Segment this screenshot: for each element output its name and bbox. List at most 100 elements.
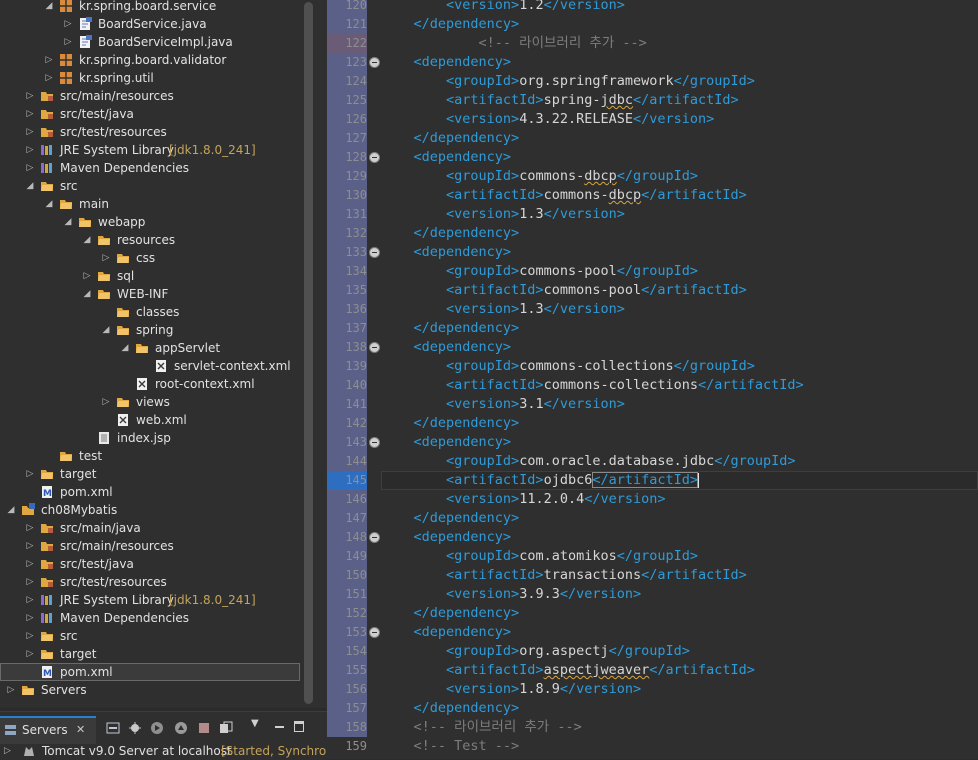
code-line[interactable]: </dependency> [381,15,978,34]
collapsed-arrow-icon[interactable]: ▷ [81,267,93,285]
code-line[interactable]: <artifactId>commons-dbcp</artifactId> [381,186,978,205]
tree-item[interactable]: ▷ src/main/resources [0,537,300,555]
tree-item[interactable]: root-context.xml [0,375,300,393]
expanded-arrow-icon[interactable]: ◢ [24,177,36,195]
fold-toggle-icon[interactable] [369,247,380,258]
code-line[interactable]: <!-- 라이브러리 추가 --> [381,718,978,737]
collapsed-arrow-icon[interactable]: ▷ [62,33,74,51]
code-line[interactable]: <groupId>commons-pool</groupId> [381,262,978,281]
tree-item[interactable]: ▷ src/test/java [0,105,300,123]
expanded-arrow-icon[interactable]: ◢ [119,339,131,357]
tree-item[interactable]: ◢ src [0,177,300,195]
collapsed-arrow-icon[interactable]: ▷ [43,69,55,87]
collapsed-arrow-icon[interactable]: ▷ [24,591,36,609]
collapsed-arrow-icon[interactable]: ▷ [24,141,36,159]
collapsed-arrow-icon[interactable]: ▷ [100,393,112,411]
code-line[interactable]: <dependency> [381,433,978,452]
code-line[interactable]: <!-- 라이브러리 추가 --> [381,34,978,53]
start-icon[interactable] [150,721,164,735]
server-row[interactable]: ▷ Tomcat v9.0 Server at localhost [Start… [0,742,363,760]
tree-item[interactable]: ▷ src/test/java [0,555,300,573]
tree-item[interactable]: ▷ target [0,465,300,483]
tree-item[interactable]: ◢ WEB-INF [0,285,300,303]
code-line[interactable]: </dependency> [381,129,978,148]
tree-item[interactable]: ◢ spring [0,321,300,339]
code-line[interactable]: <dependency> [381,338,978,357]
code-line[interactable]: <version>1.3</version> [381,300,978,319]
fold-toggle-icon[interactable] [369,437,380,448]
tree-item[interactable]: ▷ src/test/resources [0,573,300,591]
tree-item[interactable]: ▷ src/main/resources [0,87,300,105]
collapsed-arrow-icon[interactable]: ▷ [5,681,17,699]
collapsed-arrow-icon[interactable]: ▷ [24,87,36,105]
expanded-arrow-icon[interactable]: ◢ [81,231,93,249]
code-line[interactable]: <dependency> [381,243,978,262]
expanded-arrow-icon[interactable]: ◢ [43,195,55,213]
code-line[interactable]: <dependency> [381,623,978,642]
tree-item[interactable]: test [0,447,300,465]
collapsed-arrow-icon[interactable]: ▷ [24,465,36,483]
code-line[interactable]: </dependency> [381,604,978,623]
code-line[interactable]: <version>3.9.3</version> [381,585,978,604]
tree-item[interactable]: Mpom.xml [0,663,300,681]
expanded-arrow-icon[interactable]: ◢ [5,501,17,519]
code-line[interactable]: <version>3.1</version> [381,395,978,414]
tree-item[interactable]: ◢ kr.spring.board.service [0,0,300,15]
code-line[interactable]: </dependency> [381,414,978,433]
tab-servers[interactable]: Servers ✕ [0,716,96,744]
code-line[interactable]: <artifactId>commons-collections</artifac… [381,376,978,395]
code-line[interactable]: </dependency> [381,224,978,243]
tree-item[interactable]: ▷ JRE System Library [jdk1.8.0_241] [0,591,300,609]
expanded-arrow-icon[interactable]: ◢ [62,213,74,231]
tree-item[interactable]: ◢ appServlet [0,339,300,357]
code-line[interactable]: <artifactId>ojdbc6</artifactId> [381,471,978,490]
tree-item[interactable]: Mpom.xml [0,483,300,501]
xml-editor[interactable]: 120 121 122 123 124 125 126 127 128 129 130 131 132 1… [327,0,978,759]
explorer-scrollbar[interactable] [300,0,317,708]
code-line[interactable]: </dependency> [381,699,978,718]
debug-icon[interactable] [128,721,142,735]
code-line[interactable]: <artifactId>transactions</artifactId> [381,566,978,585]
expanded-arrow-icon[interactable]: ◢ [100,321,112,339]
tree-item[interactable]: ▷ sql [0,267,300,285]
code-line[interactable]: <groupId>org.aspectj</groupId> [381,642,978,661]
tree-item[interactable]: ▷ kr.spring.util [0,69,300,87]
expanded-arrow-icon[interactable]: ◢ [43,0,55,15]
code-line[interactable]: <version>1.3</version> [381,205,978,224]
collapsed-arrow-icon[interactable]: ▷ [24,555,36,573]
code-line[interactable]: <version>1.8.9</version> [381,680,978,699]
collapsed-arrow-icon[interactable]: ▷ [43,51,55,69]
code-line[interactable]: </dependency> [381,509,978,528]
collapsed-arrow-icon[interactable]: ▷ [24,645,36,663]
maximize-icon[interactable] [294,721,304,732]
tree-item[interactable]: servlet-context.xml [0,357,300,375]
fold-toggle-icon[interactable] [369,342,380,353]
tree-item[interactable]: ▷ src [0,627,300,645]
stop-icon[interactable] [197,721,211,735]
tree-item[interactable]: ▷ src/test/resources [0,123,300,141]
code-line[interactable]: <groupId>org.springframework</groupId> [381,72,978,91]
tree-item[interactable]: ▷ BoardServiceImpl.java [0,33,300,51]
code-line[interactable]: <!-- Test --> [381,737,978,756]
collapsed-arrow-icon[interactable]: ▷ [24,159,36,177]
collapsed-arrow-icon[interactable]: ▷ [24,537,36,555]
fold-toggle-icon[interactable] [369,152,380,163]
tree-item[interactable]: ▷ JRE System Library [jdk1.8.0_241] [0,141,300,159]
tree-item[interactable]: ▷ Maven Dependencies [0,159,300,177]
tree-item[interactable]: index.jsp [0,429,300,447]
fold-toggle-icon[interactable] [369,57,380,68]
profile-icon[interactable] [174,721,188,735]
expanded-arrow-icon[interactable]: ◢ [81,285,93,303]
expand-arrow-icon[interactable]: ▷ [4,742,11,760]
publish-icon[interactable] [219,721,233,735]
view-menu-icon[interactable]: ▼ [251,718,259,729]
code-line[interactable]: <groupId>commons-dbcp</groupId> [381,167,978,186]
tree-item[interactable]: ▷ kr.spring.board.validator [0,51,300,69]
tree-item[interactable]: ▷ Servers [0,681,300,699]
code-line[interactable]: <artifactId>spring-jdbc</artifactId> [381,91,978,110]
tree-item[interactable]: classes [0,303,300,321]
tree-item[interactable]: ▷ target [0,645,300,663]
code-line[interactable]: <dependency> [381,528,978,547]
tree-item[interactable]: ▷ BoardService.java [0,15,300,33]
collapsed-arrow-icon[interactable]: ▷ [24,105,36,123]
